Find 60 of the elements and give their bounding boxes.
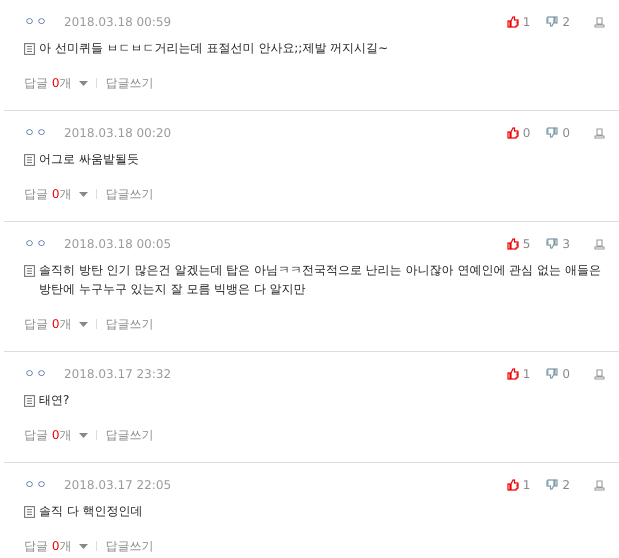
replies-toggle[interactable]: 답글 0개 <box>24 185 88 203</box>
like-button[interactable]: 1 <box>506 13 530 31</box>
write-reply-link[interactable]: 답글쓰기 <box>105 185 154 203</box>
report-icon[interactable] <box>594 238 605 250</box>
write-reply-link[interactable]: 답글쓰기 <box>105 426 154 444</box>
like-button[interactable]: 5 <box>506 235 530 253</box>
caret-icon <box>79 432 88 438</box>
thumbs-down-icon <box>546 368 558 380</box>
like-button[interactable]: 0 <box>506 124 530 142</box>
author-name: ㅇㅇ <box>24 366 48 382</box>
caret-icon <box>79 322 88 326</box>
memo-icon <box>24 265 35 277</box>
thumbs-down-icon <box>546 127 558 139</box>
report-icon[interactable] <box>594 16 605 28</box>
comment-text: 솔직 다 핵인정인데 <box>39 503 143 520</box>
author-name: ㅇㅇ <box>24 124 48 141</box>
memo-icon <box>24 395 35 407</box>
dislike-button[interactable]: 2 <box>546 476 570 494</box>
report-icon[interactable] <box>594 128 605 138</box>
dislike-button[interactable]: 0 <box>546 124 570 142</box>
memo-icon <box>24 506 35 518</box>
thumbs-up-icon <box>506 16 519 28</box>
caret-icon <box>79 80 88 86</box>
comment-text: 아 선미퀴들 ㅂㄷㅂㄷ거리는데 표절선미 안사요;;제발 꺼지시길~ <box>39 40 388 57</box>
comment-date: 2018.03.18 00:20 <box>64 125 172 142</box>
comment-date: 2018.03.17 22:05 <box>64 477 172 494</box>
memo-icon <box>24 154 35 166</box>
thumbs-down-icon <box>546 238 558 250</box>
thumbs-up-icon <box>506 127 519 139</box>
like-button[interactable]: 1 <box>506 365 530 383</box>
replies-toggle[interactable]: 답글 0개 <box>24 74 88 92</box>
replies-toggle[interactable]: 답글 0개 <box>24 315 88 333</box>
thumbs-up-icon <box>506 479 519 491</box>
thumbs-down-icon <box>546 479 558 491</box>
dislike-button[interactable]: 2 <box>546 13 570 31</box>
author-name: ㅇㅇ <box>24 14 48 30</box>
thumbs-down-icon <box>546 16 558 28</box>
dislike-button[interactable]: 0 <box>546 365 570 383</box>
replies-toggle[interactable]: 답글 0개 <box>24 537 88 555</box>
comment-text: 솔직히 방탄 인기 많은건 알겠는데 탑은 아님ㅋㅋ전국적으로 난리는 아니잖아 연예인에 관심 없는 애들은 방탄에 누구누구 있는지 잘 모름 빅뱅은 다 알지만 <box>39 262 602 298</box>
comment-text: 태연? <box>39 392 70 409</box>
write-reply-link[interactable]: 답글쓰기 <box>105 537 154 555</box>
comment-date: 2018.03.17 23:32 <box>64 366 172 383</box>
memo-icon <box>24 43 35 55</box>
author-name: ㅇㅇ <box>24 236 48 252</box>
comment-date: 2018.03.18 00:05 <box>64 236 172 253</box>
report-icon[interactable] <box>594 368 605 380</box>
report-icon[interactable] <box>594 480 605 490</box>
replies-toggle[interactable]: 답글 0개 <box>24 426 88 444</box>
like-button[interactable]: 1 <box>506 476 530 494</box>
caret-icon <box>79 192 88 196</box>
comment-text: 어그로 싸움밭될듯 <box>39 151 139 168</box>
write-reply-link[interactable]: 답글쓰기 <box>105 315 154 333</box>
caret-icon <box>79 544 88 548</box>
thumbs-up-icon <box>506 238 519 250</box>
comment-date: 2018.03.18 00:59 <box>64 14 172 31</box>
write-reply-link[interactable]: 답글쓰기 <box>105 74 154 92</box>
author-name: ㅇㅇ <box>24 476 48 493</box>
thumbs-up-icon <box>506 368 519 380</box>
dislike-button[interactable]: 3 <box>546 235 570 253</box>
